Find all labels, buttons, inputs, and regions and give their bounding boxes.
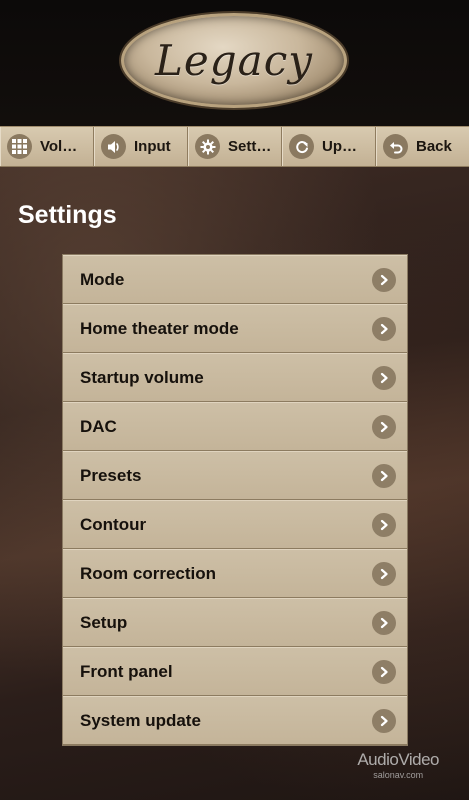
volume-label: Vol… [40, 138, 78, 155]
back-arrow-icon [383, 134, 408, 159]
list-item-home-theater-mode[interactable]: Home theater mode [63, 304, 407, 353]
chevron-right-icon [372, 659, 396, 684]
list-item-label: Mode [80, 269, 125, 289]
speaker-icon [101, 134, 126, 159]
list-item-dac[interactable]: DAC [63, 402, 407, 451]
list-item-label: DAC [80, 416, 117, 436]
watermark-sub: salonav.com [373, 770, 424, 780]
list-item-mode[interactable]: Mode [63, 255, 407, 304]
chevron-right-icon [372, 267, 396, 292]
chevron-right-icon [372, 708, 396, 733]
chevron-right-icon [372, 561, 396, 586]
volume-button[interactable]: Vol… [0, 127, 94, 166]
list-item-label: Room correction [80, 563, 217, 583]
back-label: Back [416, 138, 452, 155]
refresh-icon [289, 134, 314, 159]
input-button[interactable]: Input [94, 127, 188, 166]
gear-icon [195, 134, 220, 159]
legacy-logo: Legacy [121, 13, 347, 108]
list-item-label: Presets [80, 465, 142, 485]
toolbar: Vol… Input Sett… Up… Back [0, 126, 469, 167]
update-label: Up… [322, 138, 357, 155]
list-item-label: Front panel [80, 661, 173, 681]
settings-button[interactable]: Sett… [188, 127, 282, 166]
settings-list: Mode Home theater mode Startup volume DA… [62, 254, 408, 746]
list-item-system-update[interactable]: System update [63, 696, 407, 745]
chevron-right-icon [372, 365, 396, 390]
app-header: Legacy [0, 0, 469, 126]
watermark: AudioVideo salonav.com [357, 750, 439, 780]
main-content: Settings Mode Home theater mode Startup … [0, 167, 469, 800]
watermark-main: AudioVideo [357, 750, 439, 769]
back-button[interactable]: Back [376, 127, 469, 166]
list-item-setup[interactable]: Setup [63, 598, 407, 647]
list-item-front-panel[interactable]: Front panel [63, 647, 407, 696]
logo-text: Legacy [155, 36, 313, 85]
list-item-contour[interactable]: Contour [63, 500, 407, 549]
chevron-right-icon [372, 414, 396, 439]
chevron-right-icon [372, 610, 396, 635]
chevron-right-icon [372, 316, 396, 341]
chevron-right-icon [372, 512, 396, 537]
list-item-label: Startup volume [80, 367, 204, 387]
page-title: Settings [18, 201, 117, 229]
input-label: Input [134, 138, 171, 155]
list-item-label: Contour [80, 514, 147, 534]
list-item-label: Setup [80, 612, 128, 632]
update-button[interactable]: Up… [282, 127, 376, 166]
list-item-room-correction[interactable]: Room correction [63, 549, 407, 598]
list-item-label: System update [80, 710, 201, 730]
settings-label: Sett… [228, 138, 272, 155]
list-item-startup-volume[interactable]: Startup volume [63, 353, 407, 402]
list-item-label: Home theater mode [80, 318, 239, 338]
list-item-presets[interactable]: Presets [63, 451, 407, 500]
chevron-right-icon [372, 463, 396, 488]
grid-icon [7, 134, 32, 159]
